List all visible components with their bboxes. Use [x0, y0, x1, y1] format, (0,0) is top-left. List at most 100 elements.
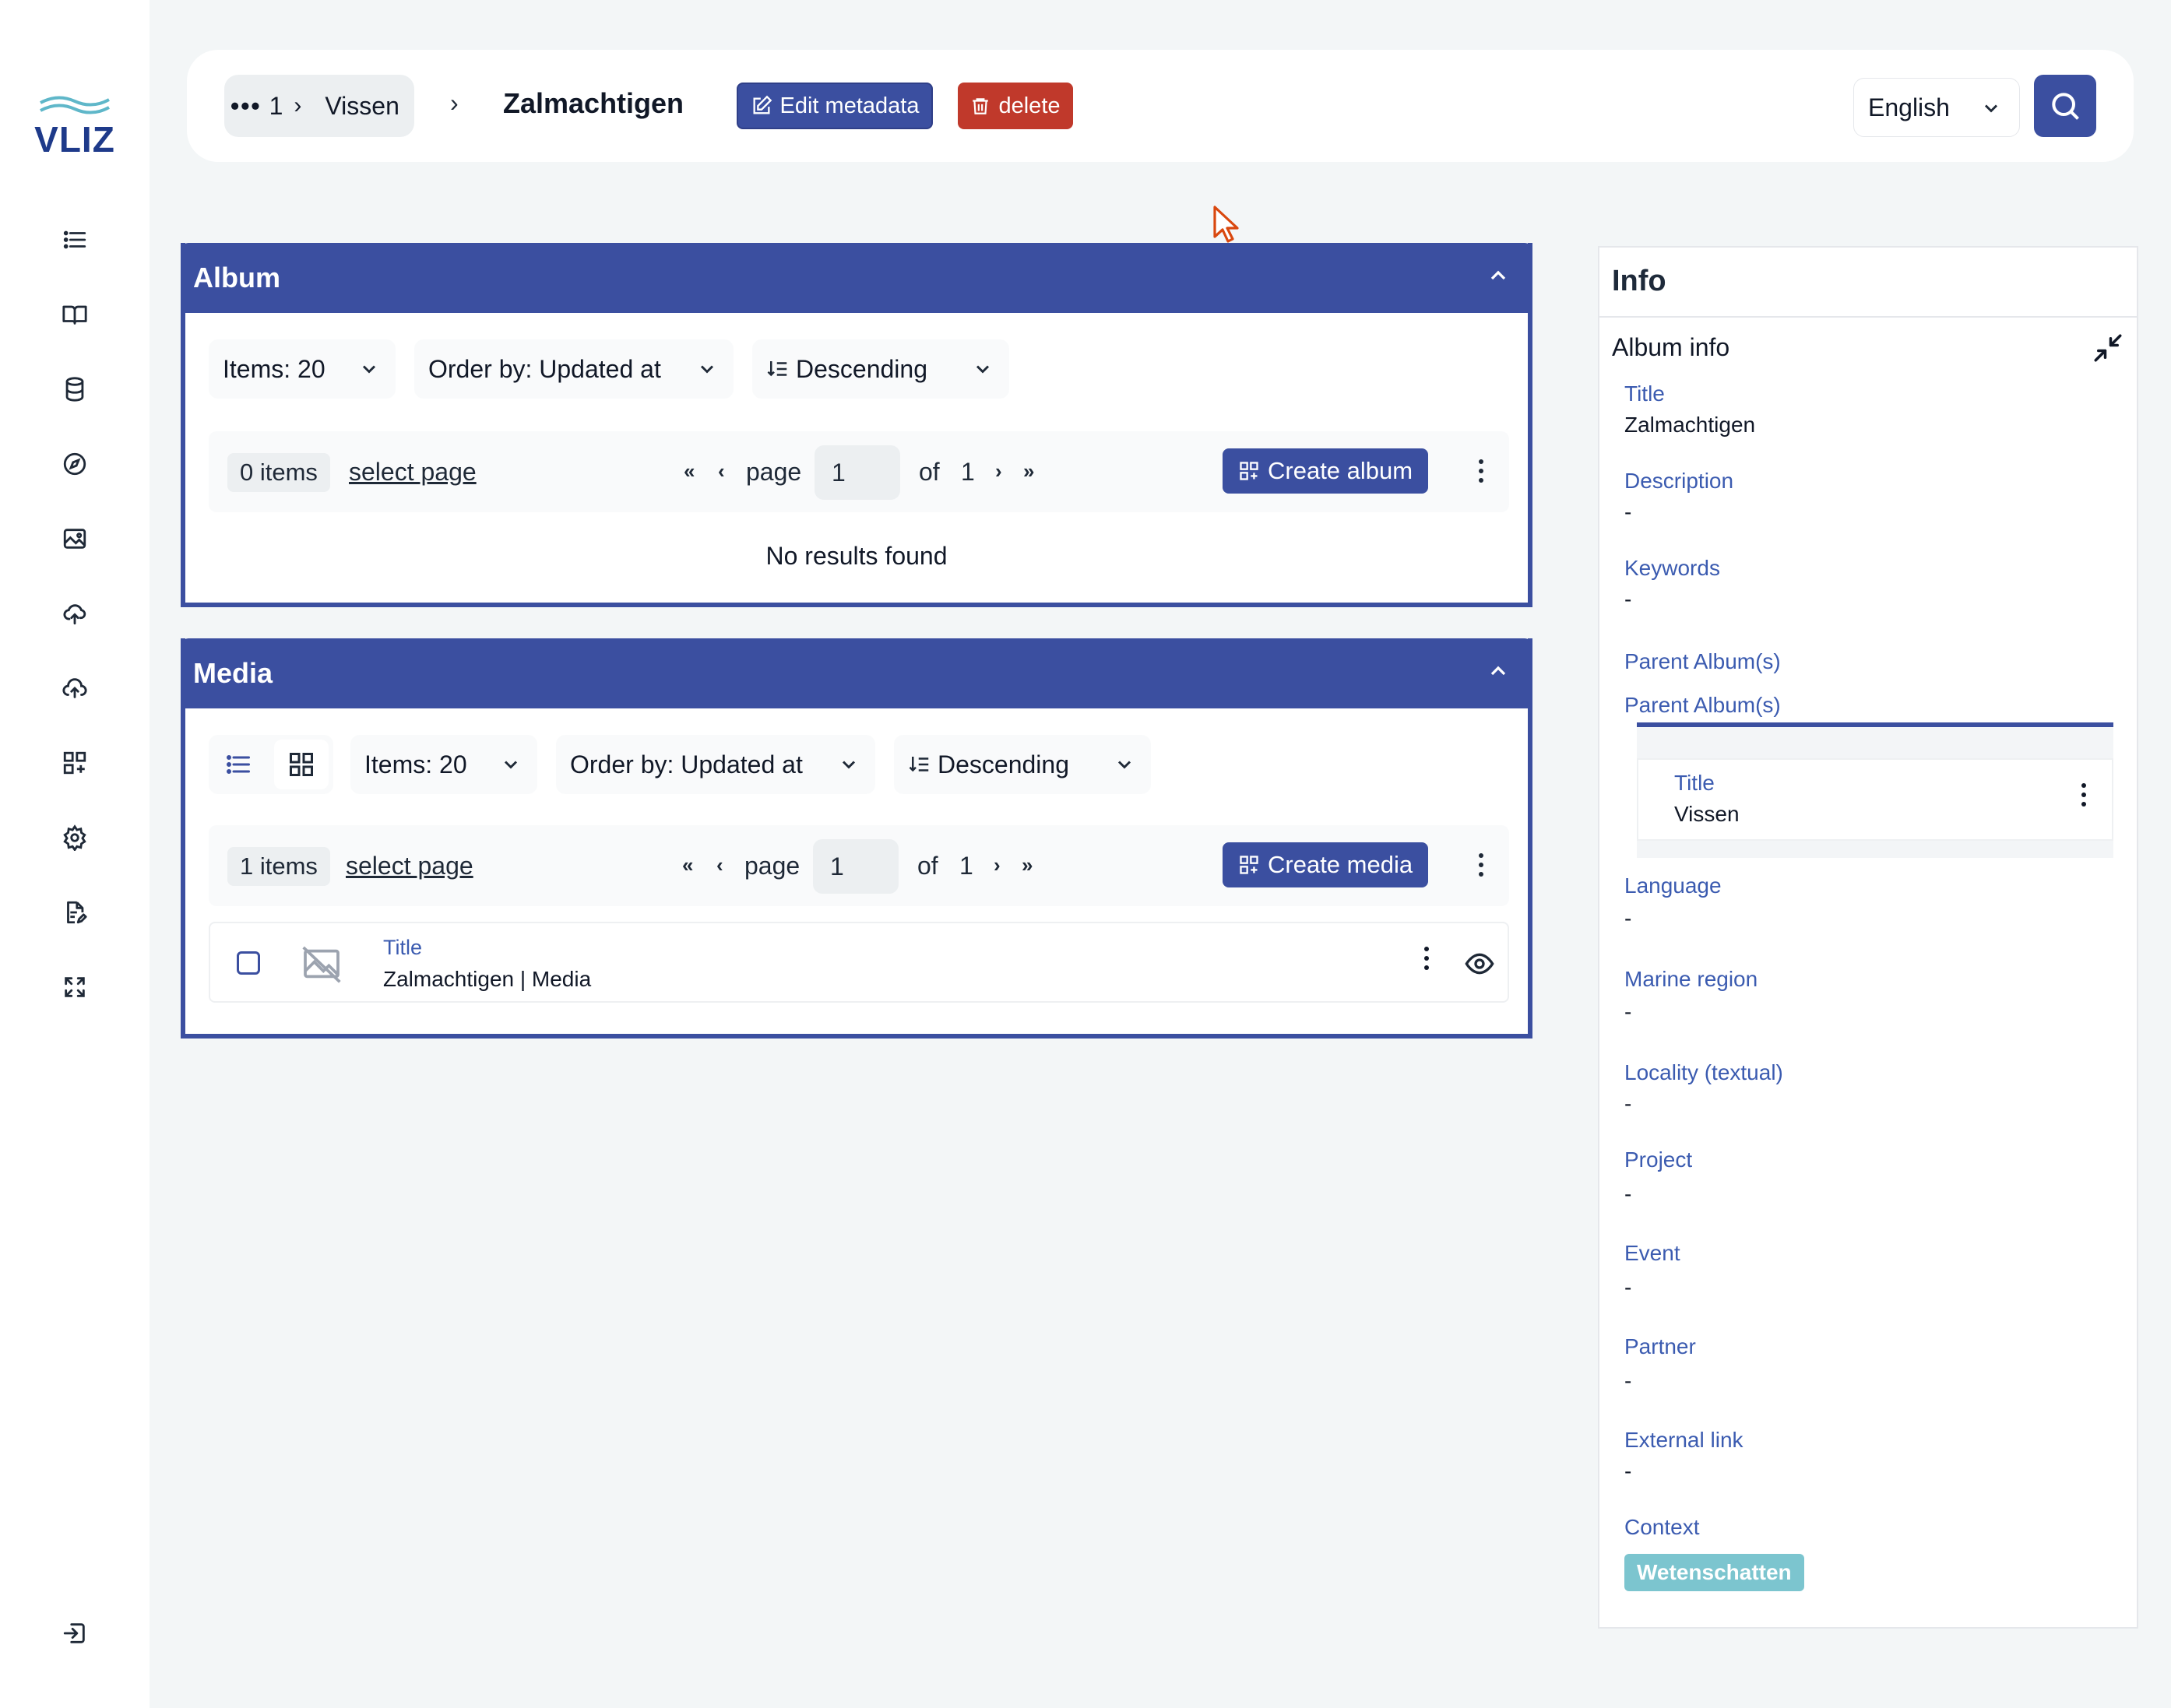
edit-metadata-button[interactable]: Edit metadata	[737, 83, 933, 129]
field-value-description: -	[1624, 500, 1632, 524]
breadcrumb-ellipsis[interactable]: •••	[230, 92, 262, 121]
field-label-event: Event	[1624, 1241, 1680, 1265]
album-order-dropdown[interactable]: Order by: Updated at	[414, 339, 734, 399]
nav-book-icon[interactable]	[59, 299, 90, 330]
nav-cloud-upload-icon[interactable]	[59, 598, 90, 629]
info-header: Info	[1599, 248, 2137, 318]
field-label-title: Title	[1624, 381, 1665, 406]
first-page-icon[interactable]: «	[682, 853, 693, 877]
nav-grid-add-icon[interactable]	[59, 747, 90, 778]
chevron-down-icon	[1984, 104, 1998, 113]
chevron-right-icon: ›	[294, 93, 302, 118]
album-items-dropdown[interactable]: Items: 20	[209, 339, 396, 399]
album-page-label: page	[746, 458, 802, 486]
row-more-icon[interactable]	[1422, 947, 1431, 970]
media-direction-dropdown[interactable]: Descending	[894, 735, 1151, 794]
album-direction-dropdown[interactable]: Descending	[752, 339, 1009, 399]
field-value-locality: -	[1624, 1091, 1632, 1116]
nav-image-icon[interactable]	[59, 523, 90, 554]
field-label-description: Description	[1624, 469, 1734, 493]
media-panel-header[interactable]: Media	[181, 638, 1532, 708]
album-more-icon[interactable]	[1476, 459, 1486, 483]
grid-view-icon	[290, 753, 313, 776]
last-page-icon[interactable]: »	[1023, 459, 1034, 483]
sort-descending-icon	[767, 361, 787, 377]
chevron-down-icon	[362, 365, 376, 374]
context-tag[interactable]: Wetenschatten	[1624, 1554, 1804, 1591]
next-page-icon[interactable]: ›	[995, 459, 1002, 483]
create-album-button[interactable]: Create album	[1223, 448, 1429, 494]
nav-compass-icon[interactable]	[59, 448, 90, 480]
logout-icon[interactable]	[59, 1618, 90, 1649]
info-panel: Info Album info Title Zalmachtigen Descr…	[1598, 246, 2138, 1629]
media-title-value: Zalmachtigen | Media	[383, 967, 592, 991]
edit-metadata-label: Edit metadata	[779, 93, 920, 118]
media-order-value: Order by: Updated at	[570, 750, 803, 778]
chevron-down-icon	[842, 761, 856, 769]
edit-icon	[753, 95, 772, 114]
next-page-icon[interactable]: ›	[994, 853, 1001, 877]
media-items-value: Items: 20	[364, 750, 467, 778]
field-label-marine-region: Marine region	[1624, 967, 1758, 991]
chevron-up-icon[interactable]	[1486, 263, 1511, 288]
search-button[interactable]	[2034, 75, 2096, 137]
media-page-input[interactable]: 1	[813, 839, 899, 894]
album-panel-title: Album	[193, 262, 280, 293]
language-select[interactable]: English	[1853, 78, 2020, 137]
field-value-partner: -	[1624, 1369, 1632, 1393]
minimize-icon[interactable]	[2092, 332, 2124, 364]
page-title: Zalmachtigen	[503, 87, 684, 119]
row-checkbox[interactable]	[237, 951, 260, 975]
media-more-icon[interactable]	[1476, 853, 1486, 877]
nav-expand-icon[interactable]	[59, 972, 90, 1003]
vliz-logo[interactable]: VLIZ	[30, 92, 120, 160]
album-panel: Album Items: 20 Order by: Updated at Des…	[181, 243, 1532, 607]
eye-icon[interactable]	[1464, 948, 1495, 979]
album-of-label: of	[919, 458, 940, 486]
chevron-down-icon	[504, 761, 518, 769]
nav-database-icon[interactable]	[59, 374, 90, 405]
create-media-button[interactable]: Create media	[1223, 842, 1429, 887]
prev-page-icon[interactable]: ‹	[716, 853, 723, 877]
parent-album-item[interactable]: Title Vissen	[1637, 758, 2113, 841]
nav-list-icon[interactable]	[59, 224, 90, 255]
album-select-page-link[interactable]: select page	[349, 458, 477, 487]
media-count: 1 items	[227, 847, 330, 886]
media-select-page-link[interactable]: select page	[346, 852, 473, 880]
field-value-keywords: -	[1624, 587, 1632, 611]
album-empty-message: No results found	[765, 542, 948, 570]
media-order-dropdown[interactable]: Order by: Updated at	[556, 735, 875, 794]
first-page-icon[interactable]: «	[684, 459, 695, 483]
album-panel-header[interactable]: Album	[181, 243, 1532, 313]
album-pager-bar: 0 items select page « ‹ page 1 of 1 › » …	[209, 431, 1509, 512]
field-label-parent-albums: Parent Album(s)	[1624, 649, 1781, 673]
nav-document-edit-icon[interactable]	[59, 897, 90, 928]
nav-gear-icon[interactable]	[59, 822, 90, 853]
chevron-up-icon[interactable]	[1486, 659, 1511, 684]
nav-upload-icon[interactable]	[59, 673, 90, 704]
last-page-icon[interactable]: »	[1022, 853, 1033, 877]
field-label-locality: Locality (textual)	[1624, 1060, 1783, 1084]
field-value-language: -	[1624, 906, 1632, 930]
prev-page-icon[interactable]: ‹	[718, 459, 725, 483]
album-count: 0 items	[227, 453, 330, 492]
top-bar: ••• 1 › Vissen › Zalmachtigen Edit metad…	[187, 50, 2134, 162]
parent-album-title-label: Title	[1674, 771, 1715, 795]
grid-add-icon	[1240, 462, 1258, 480]
media-items-dropdown[interactable]: Items: 20	[350, 735, 537, 794]
delete-label: delete	[998, 93, 1061, 118]
table-row[interactable]: Title Zalmachtigen | Media	[209, 922, 1509, 1003]
media-panel: Media Items: 20 Order by: Updated at Des…	[181, 638, 1532, 1039]
delete-button[interactable]: delete	[958, 83, 1073, 129]
field-value-title: Zalmachtigen	[1624, 413, 1756, 437]
list-view-icon[interactable]	[224, 750, 252, 778]
search-icon	[2052, 93, 2079, 120]
breadcrumb-collapsed[interactable]: ••• 1 › Vissen	[224, 75, 414, 137]
breadcrumb-parent[interactable]: Vissen	[325, 92, 399, 121]
parent-album-more-icon[interactable]	[2079, 783, 2088, 807]
album-page-input[interactable]: 1	[815, 445, 900, 500]
media-pager-bar: 1 items select page « ‹ page 1 of 1 › » …	[209, 825, 1509, 906]
media-of-label: of	[917, 852, 938, 880]
grid-view-button[interactable]	[274, 740, 329, 789]
field-label-keywords: Keywords	[1624, 556, 1720, 580]
